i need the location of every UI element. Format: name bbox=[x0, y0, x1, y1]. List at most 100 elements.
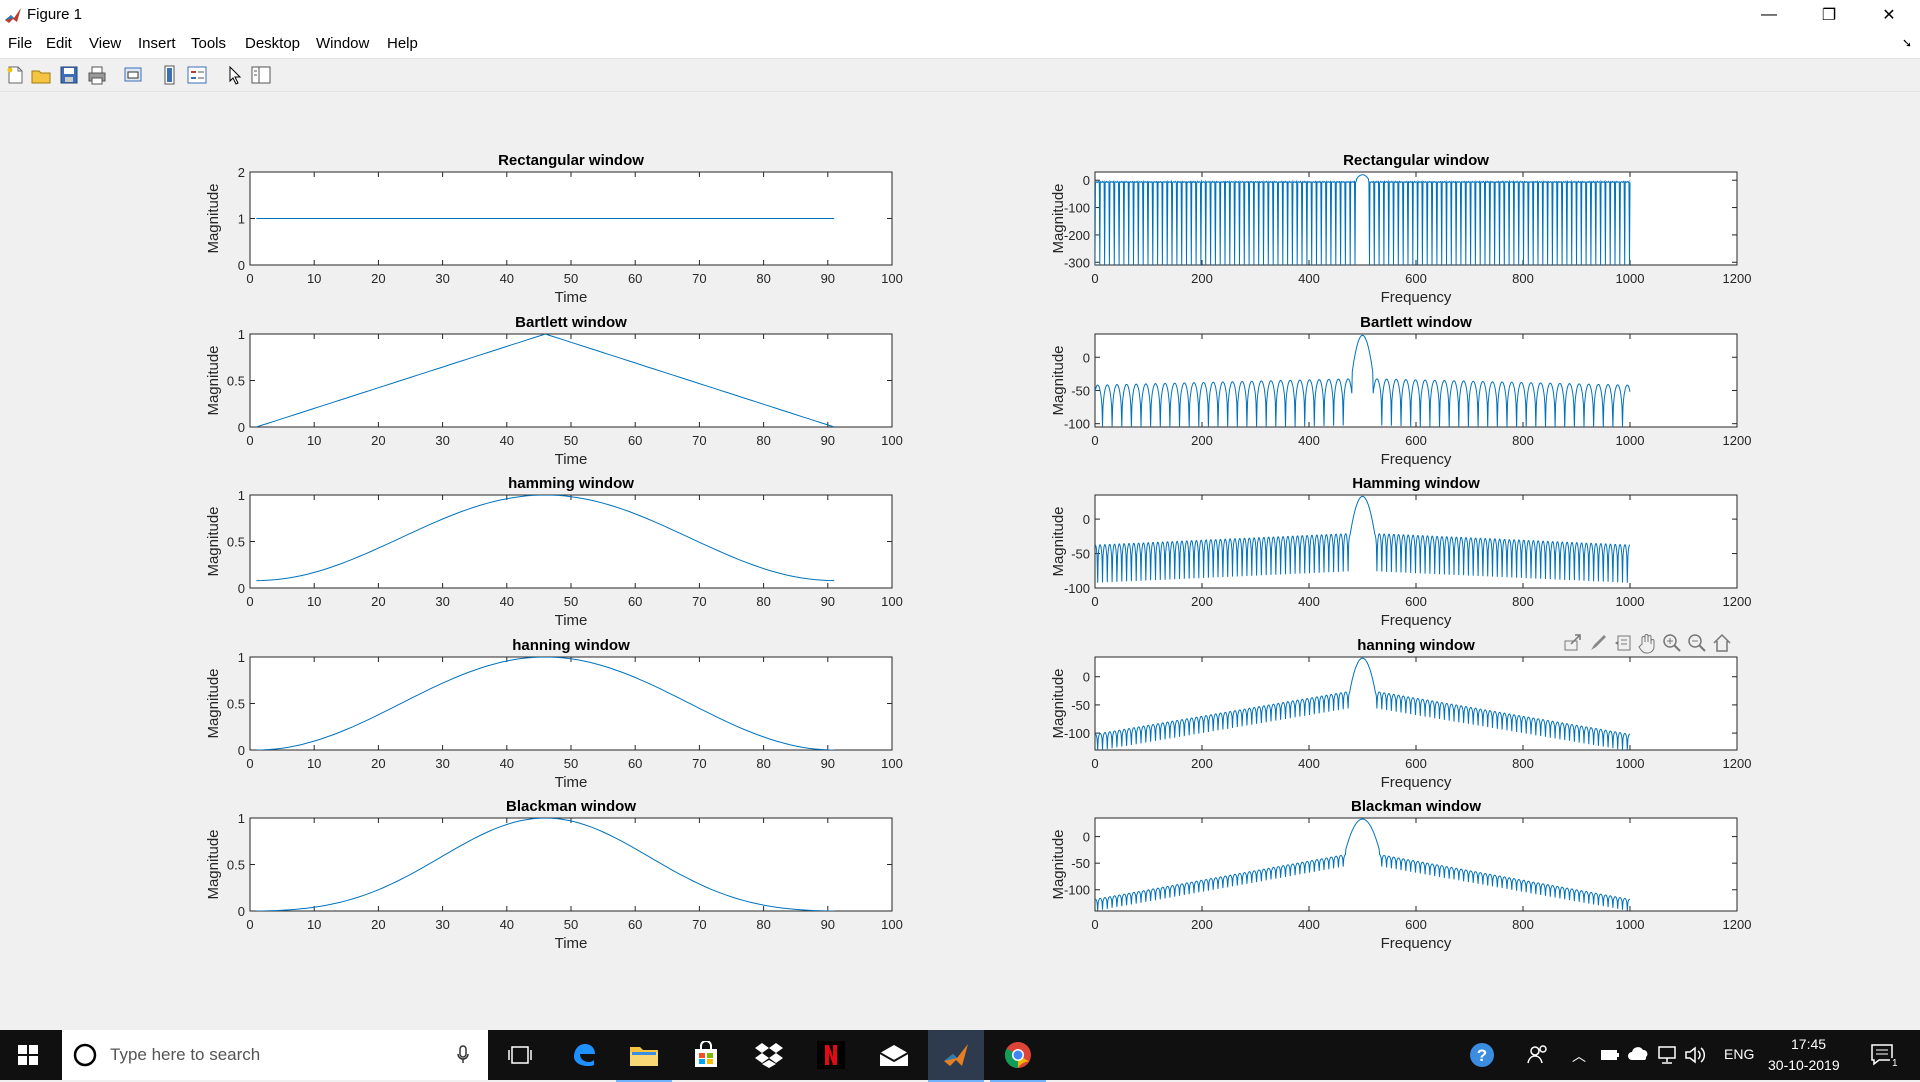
x-tick-label: 60 bbox=[628, 594, 642, 609]
data-tips-icon[interactable] bbox=[1612, 632, 1634, 654]
clock-date[interactable]: 30-10-2019 bbox=[1768, 1057, 1840, 1073]
y-tick-label: 0 bbox=[238, 258, 245, 273]
menu-insert[interactable]: Insert bbox=[138, 35, 176, 52]
open-icon[interactable] bbox=[30, 64, 52, 86]
x-tick-label: 1200 bbox=[1723, 271, 1752, 286]
y-tick-label: 0 bbox=[238, 743, 245, 758]
pan-hand-icon[interactable] bbox=[1636, 632, 1658, 654]
home-icon[interactable] bbox=[1711, 632, 1733, 654]
y-tick-label: -100 bbox=[1064, 883, 1090, 898]
x-tick-label: 1200 bbox=[1723, 433, 1752, 448]
people-icon[interactable] bbox=[1526, 1043, 1550, 1072]
network-icon[interactable] bbox=[1656, 1045, 1678, 1065]
y-axis-label: Magnitude bbox=[205, 829, 222, 899]
x-tick-label: 80 bbox=[756, 594, 770, 609]
axes-title: hanning window bbox=[1357, 637, 1475, 654]
minimize-button[interactable]: — bbox=[1746, 0, 1792, 30]
help-icon[interactable]: ? bbox=[1468, 1041, 1496, 1074]
brush-icon[interactable] bbox=[1587, 632, 1609, 654]
y-tick-label: 0 bbox=[1083, 173, 1090, 188]
menu-file[interactable]: File bbox=[8, 35, 32, 52]
subplot-10[interactable]: 0 200 400 600 800 1000 1200 -100 -50 0 Blackman wi… bbox=[1050, 798, 1751, 952]
menu-tools[interactable]: Tools bbox=[191, 35, 226, 52]
new-figure-icon[interactable] bbox=[4, 64, 26, 86]
menu-desktop[interactable]: Desktop bbox=[245, 35, 300, 52]
x-tick-label: 30 bbox=[435, 433, 449, 448]
windows-start-icon[interactable] bbox=[18, 1045, 38, 1065]
x-tick-label: 90 bbox=[821, 271, 835, 286]
axes-box bbox=[249, 494, 893, 589]
matlab-taskbar-icon[interactable] bbox=[928, 1030, 984, 1082]
onedrive-icon[interactable] bbox=[1628, 1045, 1650, 1065]
chrome-icon[interactable] bbox=[990, 1030, 1046, 1082]
x-axis-label: Time bbox=[555, 774, 588, 791]
subplot-6[interactable]: 0 200 400 600 800 1000 1200 -100 -50 0 Hamming win… bbox=[1050, 475, 1751, 629]
x-tick-label: 200 bbox=[1191, 917, 1213, 932]
subplot-9[interactable]: 0 10 20 30 40 50 60 70 80 90 100 0 0.5 1 Blackman wind… bbox=[205, 798, 903, 952]
y-tick-label: 0 bbox=[238, 581, 245, 596]
x-axis-label: Time bbox=[555, 935, 588, 952]
axes-box bbox=[249, 656, 893, 751]
menu-window[interactable]: Window bbox=[316, 35, 369, 52]
language-indicator[interactable]: ENG bbox=[1724, 1046, 1754, 1062]
x-tick-label: 600 bbox=[1405, 917, 1427, 932]
netflix-icon[interactable] bbox=[803, 1030, 859, 1080]
link-plot-icon[interactable] bbox=[122, 64, 144, 86]
clock-time[interactable]: 17:45 bbox=[1791, 1036, 1826, 1052]
x-axis-label: Time bbox=[555, 451, 588, 468]
tray-chevron-icon[interactable]: ︿ bbox=[1572, 1046, 1586, 1066]
print-icon[interactable] bbox=[86, 64, 108, 86]
taskbar-search-box[interactable]: Type here to search bbox=[62, 1030, 488, 1080]
y-axis-label: Magnitude bbox=[1050, 506, 1067, 576]
maximize-button[interactable]: ❐ bbox=[1806, 0, 1852, 30]
property-inspector-icon[interactable] bbox=[250, 64, 272, 86]
subplot-3[interactable]: 0 10 20 30 40 50 60 70 80 90 100 0 0.5 1 Bartlett wind… bbox=[205, 314, 903, 468]
axes-title: Blackman window bbox=[506, 798, 636, 815]
menu-edit[interactable]: Edit bbox=[46, 35, 72, 52]
task-view-icon[interactable] bbox=[492, 1030, 548, 1080]
svg-text:?: ? bbox=[1477, 1046, 1487, 1065]
close-button[interactable]: ✕ bbox=[1866, 0, 1912, 30]
subplot-8[interactable]: 0 200 400 600 800 1000 1200 -100 -50 0 hanning win… bbox=[1050, 637, 1751, 791]
save-icon[interactable] bbox=[58, 64, 80, 86]
subplot-4[interactable]: 0 200 400 600 800 1000 1200 -100 -50 0 Bartlett wi… bbox=[1050, 314, 1751, 468]
x-tick-label: 200 bbox=[1191, 271, 1213, 286]
dropbox-icon[interactable] bbox=[741, 1030, 797, 1080]
zoom-out-icon[interactable] bbox=[1686, 632, 1708, 654]
x-tick-label: 80 bbox=[756, 271, 770, 286]
battery-icon[interactable] bbox=[1600, 1047, 1620, 1063]
export-icon[interactable] bbox=[1562, 632, 1584, 654]
y-tick-label: -50 bbox=[1071, 547, 1090, 562]
mail-icon[interactable] bbox=[866, 1030, 922, 1080]
subplot-5[interactable]: 0 10 20 30 40 50 60 70 80 90 100 0 0.5 1 hamming windo… bbox=[205, 475, 903, 629]
x-tick-label: 200 bbox=[1191, 594, 1213, 609]
colorbar-icon[interactable] bbox=[159, 64, 181, 86]
pointer-icon[interactable] bbox=[224, 64, 246, 86]
x-tick-label: 0 bbox=[1091, 756, 1098, 771]
axes-box bbox=[249, 333, 893, 428]
microphone-icon[interactable] bbox=[456, 1045, 470, 1065]
menu-help[interactable]: Help bbox=[387, 35, 418, 52]
x-tick-label: 600 bbox=[1405, 756, 1427, 771]
y-tick-label: 0 bbox=[1083, 670, 1090, 685]
subplot-1[interactable]: 0 10 20 30 40 50 60 70 80 90 100 0 1 2 Rectangular win… bbox=[205, 152, 903, 306]
y-tick-label: -200 bbox=[1064, 228, 1090, 243]
menu-view[interactable]: View bbox=[89, 35, 121, 52]
y-axis-label: Magnitude bbox=[205, 506, 222, 576]
notification-count: 1 bbox=[1890, 1058, 1900, 1069]
subplot-7[interactable]: 0 10 20 30 40 50 60 70 80 90 100 0 0.5 1 hanning windo… bbox=[205, 637, 903, 791]
x-tick-label: 0 bbox=[1091, 594, 1098, 609]
volume-icon[interactable] bbox=[1684, 1045, 1706, 1065]
subplot-2[interactable]: 0 200 400 600 800 1000 1200 -300 -200 -100 0 Rectan… bbox=[1050, 152, 1751, 306]
x-tick-label: 20 bbox=[371, 271, 385, 286]
x-tick-label: 800 bbox=[1512, 917, 1534, 932]
x-tick-label: 40 bbox=[500, 594, 514, 609]
legend-icon[interactable] bbox=[186, 64, 208, 86]
x-tick-label: 1200 bbox=[1723, 917, 1752, 932]
store-icon[interactable] bbox=[678, 1030, 734, 1080]
zoom-in-icon[interactable] bbox=[1661, 632, 1683, 654]
x-tick-label: 20 bbox=[371, 917, 385, 932]
dock-arrow-icon[interactable]: ➘ bbox=[1902, 36, 1912, 50]
edge-icon[interactable] bbox=[556, 1030, 612, 1080]
file-explorer-icon[interactable] bbox=[616, 1030, 672, 1082]
